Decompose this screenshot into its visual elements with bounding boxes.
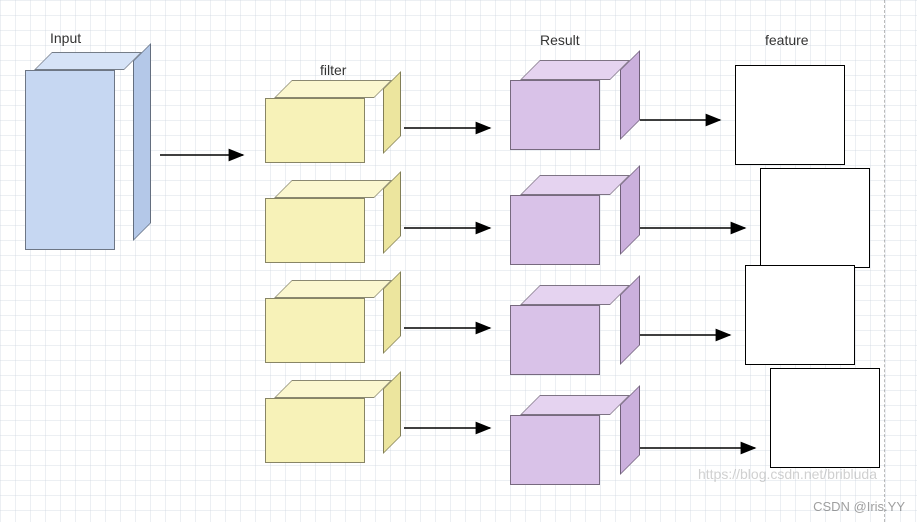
page-divider [884,0,885,522]
arrows-layer [0,0,917,522]
